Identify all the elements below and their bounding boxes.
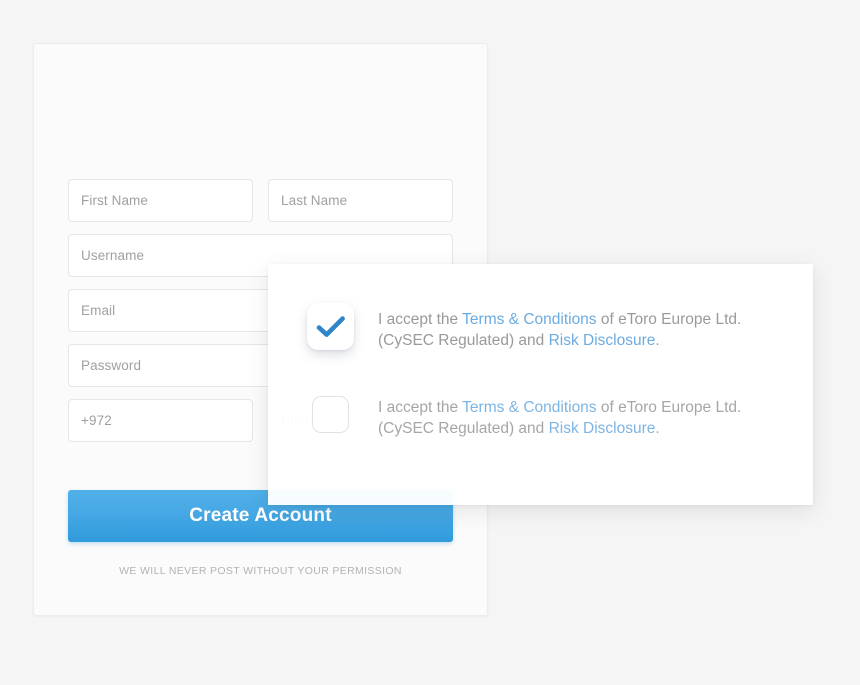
risk-disclosure-link-1[interactable]: Risk Disclosure. — [549, 332, 660, 349]
name-field-row: First Name Last Name — [68, 179, 453, 222]
phone-country-code-input[interactable]: +972 — [68, 399, 253, 442]
terms-text-unchecked: I accept the Terms & Conditions of eToro… — [378, 396, 789, 439]
terms-checkbox-unchecked[interactable] — [312, 396, 349, 433]
terms-conditions-link-1[interactable]: Terms & Conditions — [462, 311, 596, 328]
checkmark-icon — [316, 315, 346, 339]
privacy-disclaimer-text: WE WILL NEVER POST WITHOUT YOUR PERMISSI… — [119, 565, 402, 577]
screenshot-stage: First Name Last Name Username Email Pass… — [0, 0, 860, 685]
terms-checkbox-checked[interactable] — [307, 303, 354, 350]
terms-text-checked: I accept the Terms & Conditions of eToro… — [378, 308, 789, 351]
risk-disclosure-link-2[interactable]: Risk Disclosure. — [549, 420, 660, 437]
card-header-spacer — [34, 44, 487, 179]
terms-text-before-2: I accept the — [378, 399, 463, 416]
terms-acceptance-panel: I accept the Terms & Conditions of eToro… — [268, 264, 813, 505]
terms-conditions-link-2[interactable]: Terms & Conditions — [462, 399, 596, 416]
terms-row-unchecked: I accept the Terms & Conditions of eToro… — [268, 396, 813, 439]
first-name-input[interactable]: First Name — [68, 179, 253, 222]
terms-text-before-1: I accept the — [378, 311, 463, 328]
terms-row-checked: I accept the Terms & Conditions of eToro… — [268, 303, 813, 351]
last-name-input[interactable]: Last Name — [268, 179, 453, 222]
